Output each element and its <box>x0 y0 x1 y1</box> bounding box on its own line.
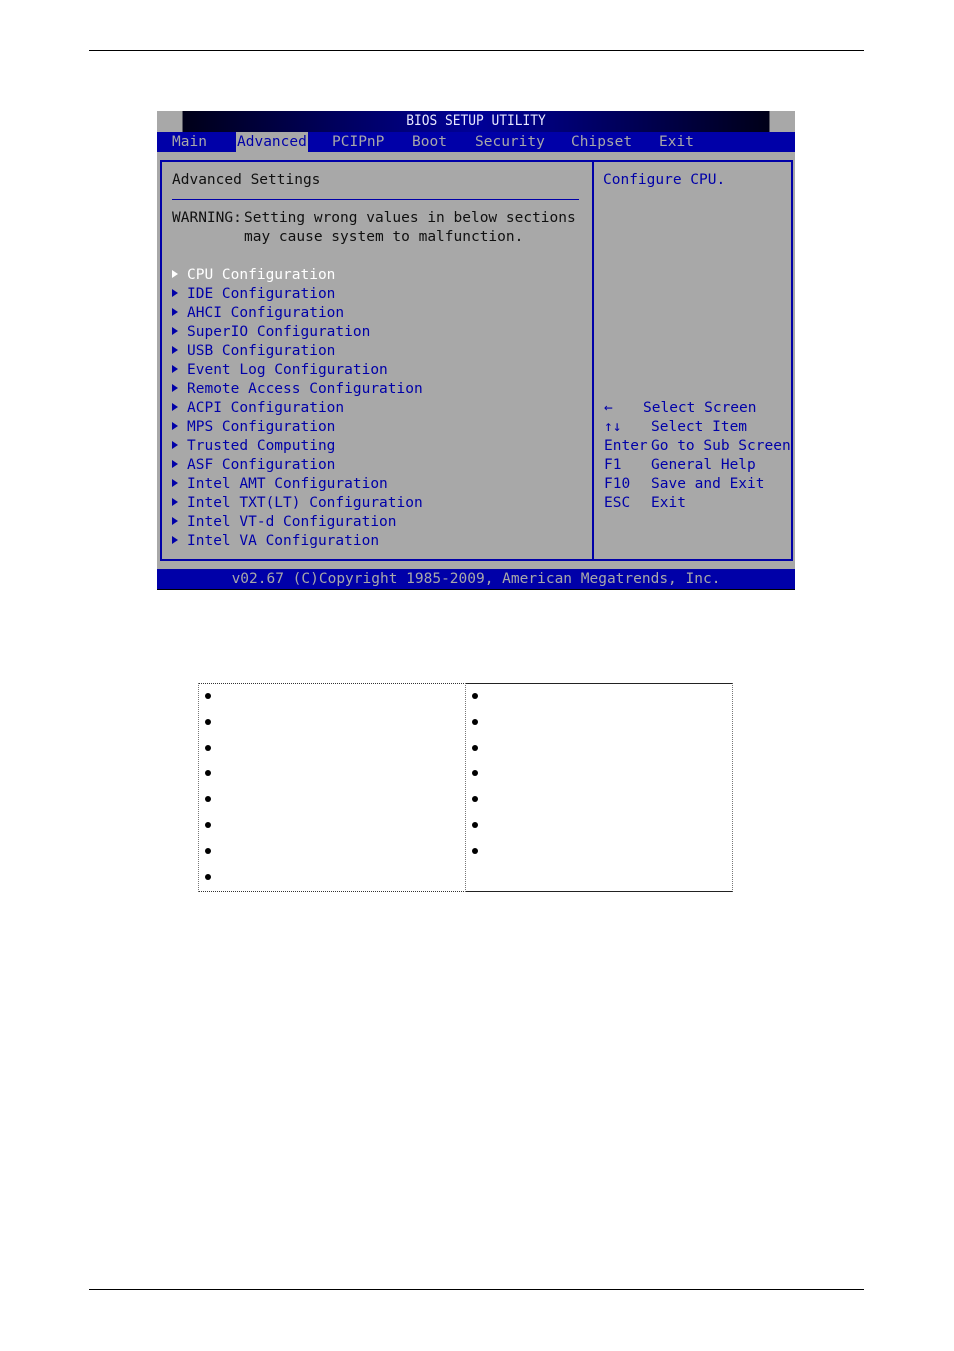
bios-menu-bar: Main Advanced PCIPnP Boot Security Chips… <box>157 132 795 152</box>
key-description: Exit <box>651 495 686 511</box>
bullet-icon <box>205 874 211 880</box>
bullet-icon <box>205 770 211 776</box>
menu-item-label: ASF Configuration <box>187 457 336 473</box>
warning-line-1: Setting wrong values in below sections <box>244 210 576 226</box>
bullet-icon <box>472 770 478 776</box>
menu-item-label: Event Log Configuration <box>187 362 388 378</box>
key-label: Enter <box>604 438 648 454</box>
submenu-arrow-icon <box>172 403 178 411</box>
tab-chipset[interactable]: Chipset <box>571 132 632 152</box>
bullet-icon <box>205 719 211 725</box>
tab-pcipnp[interactable]: PCIPnP <box>332 132 384 152</box>
bullet-icon <box>472 745 478 751</box>
key-description: Select Item <box>651 419 748 435</box>
bullet-icon <box>472 822 478 828</box>
menu-item-label: IDE Configuration <box>187 286 336 302</box>
menu-item-label: SuperIO Configuration <box>187 324 371 340</box>
help-text: Configure CPU. <box>603 172 726 188</box>
submenu-arrow-icon <box>172 441 178 449</box>
submenu-arrow-icon <box>172 346 178 354</box>
menu-item-label: Intel VA Configuration <box>187 533 380 549</box>
bullet-icon <box>205 822 211 828</box>
menu-item-usb-configuration[interactable]: USB Configuration <box>172 342 335 361</box>
menu-item-intel-txt-configuration[interactable]: Intel TXT(LT) Configuration <box>172 494 423 513</box>
menu-item-label: ACPI Configuration <box>187 400 345 416</box>
key-label: F10 <box>604 476 631 492</box>
menu-item-label: MPS Configuration <box>187 419 336 435</box>
settings-panel: Advanced Settings WARNING: Setting wrong… <box>160 160 594 561</box>
submenu-arrow-icon <box>172 365 178 373</box>
bios-title: BIOS SETUP UTILITY <box>182 111 770 132</box>
menu-item-intel-amt-configuration[interactable]: Intel AMT Configuration <box>172 475 388 494</box>
panel-heading: Advanced Settings <box>172 172 321 188</box>
bullet-table <box>198 683 733 892</box>
bullet-column-left <box>198 683 466 892</box>
header-rule <box>89 50 864 51</box>
key-label: ESC <box>604 495 631 511</box>
warning-line-2: may cause system to malfunction. <box>244 229 524 245</box>
bullet-icon <box>205 745 211 751</box>
menu-item-intel-vtd-configuration[interactable]: Intel VT-d Configuration <box>172 513 397 532</box>
key-description: Go to Sub Screen <box>651 438 791 454</box>
menu-item-remote-access-configuration[interactable]: Remote Access Configuration <box>172 380 423 399</box>
submenu-arrow-icon <box>172 498 178 506</box>
menu-item-label: Remote Access Configuration <box>187 381 423 397</box>
heading-separator <box>172 199 579 200</box>
menu-item-event-log-configuration[interactable]: Event Log Configuration <box>172 361 388 380</box>
menu-item-superio-configuration[interactable]: SuperIO Configuration <box>172 323 370 342</box>
menu-item-label: Intel VT-d Configuration <box>187 514 397 530</box>
submenu-arrow-icon <box>172 327 178 335</box>
menu-item-ahci-configuration[interactable]: AHCI Configuration <box>172 304 344 323</box>
menu-item-trusted-computing[interactable]: Trusted Computing <box>172 437 335 456</box>
submenu-arrow-icon <box>172 517 178 525</box>
menu-item-intel-va-configuration[interactable]: Intel VA Configuration <box>172 532 379 551</box>
key-description: General Help <box>651 457 756 473</box>
footer-rule <box>89 1289 864 1290</box>
menu-item-label: Intel AMT Configuration <box>187 476 388 492</box>
bullet-icon <box>205 796 211 802</box>
submenu-arrow-icon <box>172 422 178 430</box>
bullet-column-right <box>466 683 733 892</box>
key-label: F1 <box>604 457 622 473</box>
menu-item-label: Trusted Computing <box>187 438 336 454</box>
submenu-arrow-icon <box>172 460 178 468</box>
menu-item-label: AHCI Configuration <box>187 305 345 321</box>
menu-item-mps-configuration[interactable]: MPS Configuration <box>172 418 335 437</box>
bios-screenshot: BIOS SETUP UTILITY Main Advanced PCIPnP … <box>157 111 795 590</box>
warning-label: WARNING: <box>172 210 242 226</box>
menu-item-ide-configuration[interactable]: IDE Configuration <box>172 285 335 304</box>
tab-advanced[interactable]: Advanced <box>236 132 308 152</box>
submenu-arrow-icon <box>172 536 178 544</box>
menu-item-label: CPU Configuration <box>187 267 336 283</box>
submenu-arrow-icon <box>172 289 178 297</box>
bullet-icon <box>472 693 478 699</box>
submenu-arrow-icon <box>172 308 178 316</box>
footer-shadow <box>157 589 795 590</box>
bullet-icon <box>472 848 478 854</box>
tab-boot[interactable]: Boot <box>412 132 447 152</box>
up-down-arrow-key-icon: ↑↓ <box>604 419 622 435</box>
bullet-icon <box>205 693 211 699</box>
bios-footer: v02.67 (C)Copyright 1985-2009, American … <box>157 569 795 589</box>
tab-main[interactable]: Main <box>172 132 207 152</box>
submenu-arrow-icon <box>172 270 178 278</box>
tab-security[interactable]: Security <box>475 132 545 152</box>
menu-item-acpi-configuration[interactable]: ACPI Configuration <box>172 399 344 418</box>
submenu-arrow-icon <box>172 384 178 392</box>
key-description: Select Screen <box>643 400 757 416</box>
tab-exit[interactable]: Exit <box>659 132 694 152</box>
bullet-icon <box>472 796 478 802</box>
key-description: Save and Exit <box>651 476 765 492</box>
bullet-icon <box>205 848 211 854</box>
menu-item-label: USB Configuration <box>187 343 336 359</box>
bullet-icon <box>472 719 478 725</box>
left-arrow-key-icon: ← <box>604 400 613 416</box>
help-panel: Configure CPU. ← Select Screen ↑↓ Select… <box>592 160 793 561</box>
menu-item-asf-configuration[interactable]: ASF Configuration <box>172 456 335 475</box>
menu-item-cpu-configuration[interactable]: CPU Configuration <box>172 266 335 285</box>
menu-item-label: Intel TXT(LT) Configuration <box>187 495 423 511</box>
submenu-arrow-icon <box>172 479 178 487</box>
